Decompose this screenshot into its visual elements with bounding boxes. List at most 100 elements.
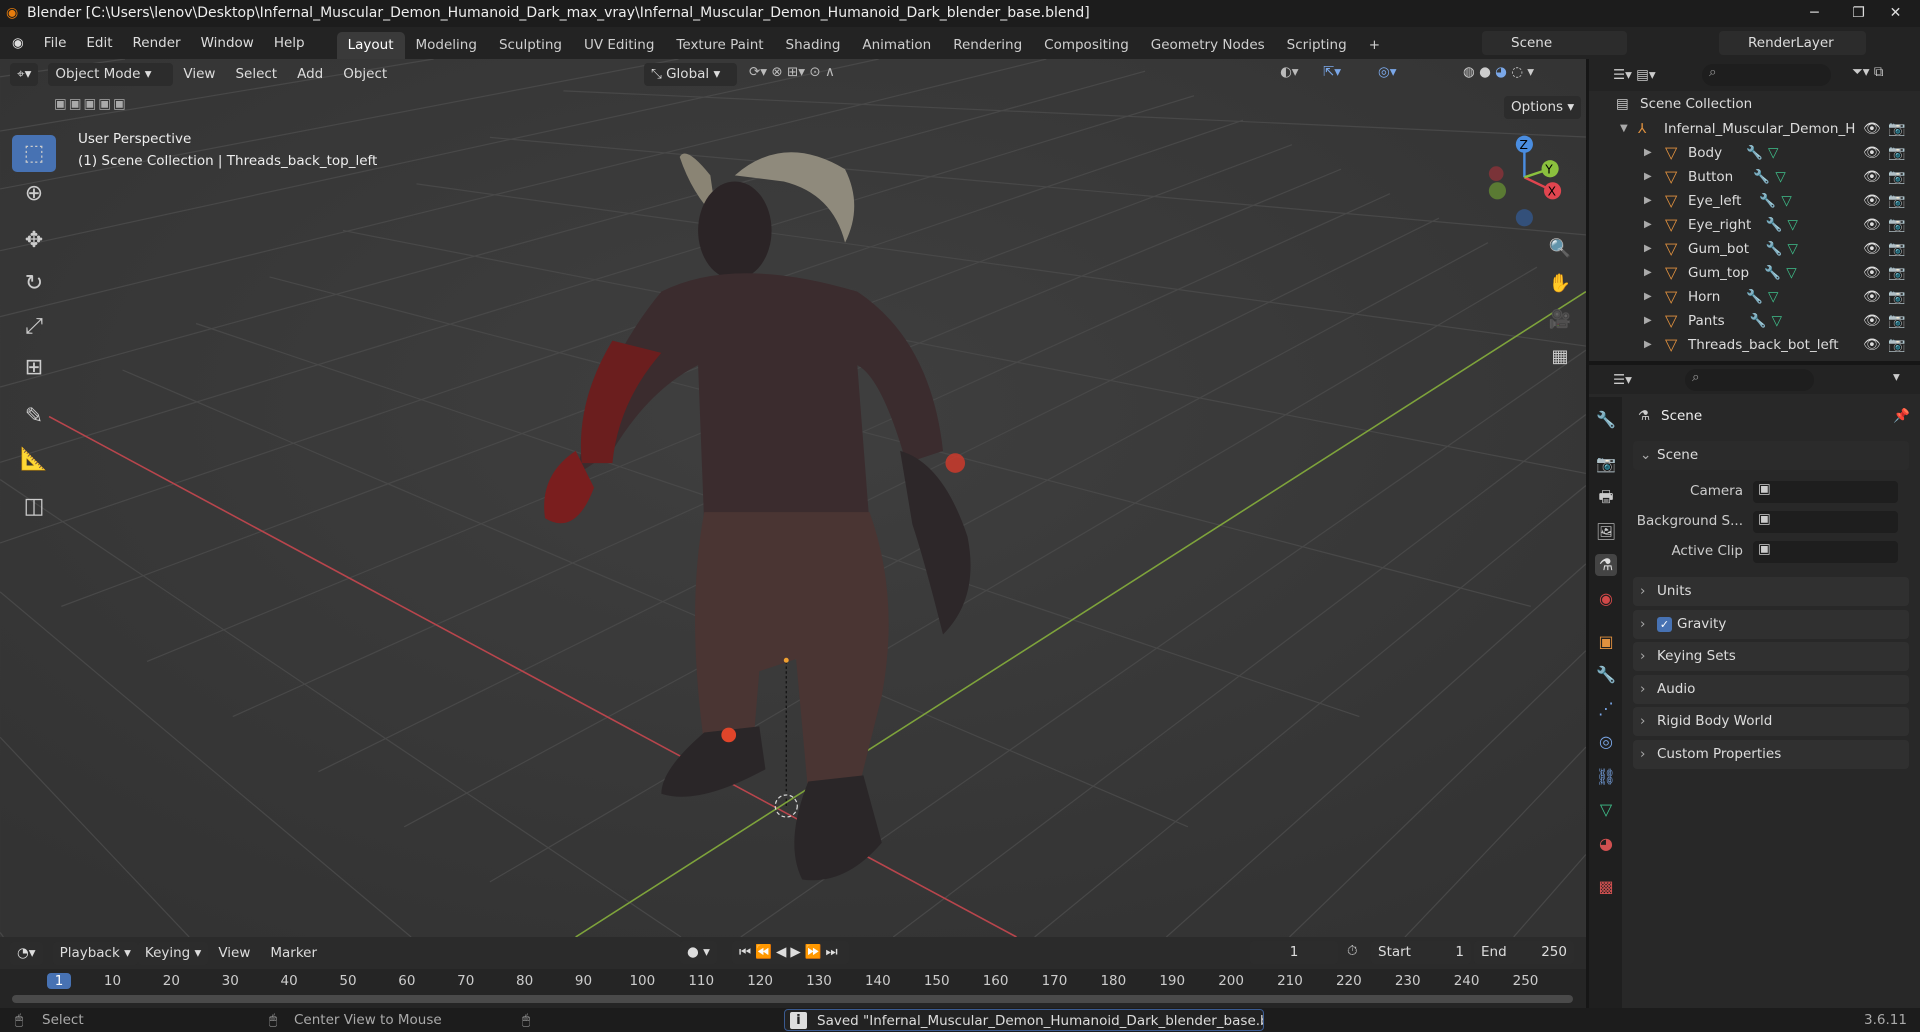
add-workspace-button[interactable]: + [1358, 32, 1391, 59]
output-tab-icon[interactable]: 🖶 [1595, 486, 1617, 508]
menu-help[interactable]: Help [264, 27, 315, 59]
outliner-object-row[interactable]: ▶ ▽ Threads_back_bot_left 👁 📷 [1589, 333, 1920, 357]
view-layer-tab-icon[interactable]: 🖼 [1595, 521, 1617, 543]
expand-icon[interactable]: ▶ [1644, 141, 1652, 165]
outliner-object-row[interactable]: ▶ ▽ Eye_left 🔧 ▽ 👁 📷 [1589, 189, 1920, 213]
tool-tab-icon[interactable]: 🔧 [1595, 409, 1617, 431]
3d-viewport[interactable]: ⌖▾ Object Mode ▾ View Select Add Object … [0, 59, 1586, 937]
tab-rendering[interactable]: Rendering [942, 32, 1033, 59]
tab-geometry-nodes[interactable]: Geometry Nodes [1140, 32, 1276, 59]
mesh-data-icon[interactable]: ▽ [1786, 261, 1796, 285]
mesh-data-icon[interactable]: ▽ [1788, 237, 1798, 261]
add-cube-tool[interactable]: ◫ [12, 488, 56, 525]
outliner-search-input[interactable]: ⌕ [1702, 64, 1831, 86]
select-mode-icons[interactable]: ▣▣▣▣▣ [54, 96, 128, 112]
render-camera-icon[interactable]: 📷 [1888, 333, 1905, 357]
modifier-icon[interactable]: 🔧 [1753, 165, 1770, 189]
properties-options-icon[interactable]: ▾ [1893, 369, 1900, 385]
tab-modeling[interactable]: Modeling [405, 32, 488, 59]
panel-header[interactable]: › Audio [1633, 674, 1909, 704]
prop-field[interactable]: ▣ [1753, 541, 1898, 563]
orientation-selector[interactable]: ⤡ Global ▾ [644, 63, 737, 86]
panel-header[interactable]: › Keying Sets [1633, 642, 1909, 671]
pivot-icon[interactable]: ⟳▾ ⊗ ⊞▾ ⊙ ∧ [749, 64, 835, 80]
properties-editor-icon[interactable]: ☰▾ [1613, 372, 1632, 388]
mesh-data-icon[interactable]: ▽ [1781, 189, 1791, 213]
render-camera-icon[interactable]: 📷 [1888, 309, 1905, 333]
expand-icon[interactable]: ▶ [1644, 213, 1652, 237]
pan-view-icon[interactable]: ✋ [1544, 268, 1576, 300]
pin-icon[interactable]: 📌 [1893, 408, 1910, 424]
overlay-toggle-icon[interactable]: ◎▾ [1378, 64, 1397, 80]
modifier-icon[interactable]: 🔧 [1750, 309, 1767, 333]
editor-type-button[interactable]: ⌖▾ [10, 63, 39, 86]
scale-tool[interactable]: ⤢ [12, 308, 56, 345]
menu-select[interactable]: Select [225, 59, 287, 90]
modifier-icon[interactable]: 🔧 [1759, 189, 1776, 213]
menu-file[interactable]: File [34, 27, 77, 59]
menu-add[interactable]: Add [287, 59, 333, 90]
move-tool[interactable]: ✥ [12, 222, 56, 259]
render-camera-icon[interactable]: 📷 [1888, 285, 1905, 309]
outliner-collection-row[interactable]: ▼ ⅄ Infernal_Muscular_Demon_H 👁 📷 [1589, 117, 1920, 141]
panel-header[interactable]: › Rigid Body World [1633, 707, 1909, 736]
menu-object[interactable]: Object [333, 59, 397, 90]
options-button[interactable]: Options ▾ [1504, 96, 1582, 119]
render-camera-icon[interactable]: 📷 [1888, 261, 1905, 285]
panel-header[interactable]: › Custom Properties [1633, 739, 1909, 769]
mesh-data-icon[interactable]: ▽ [1788, 213, 1798, 237]
outliner-editor-icon[interactable]: ☰▾ ▤▾ [1613, 67, 1656, 83]
scene-tab-icon[interactable]: ⚗ [1595, 554, 1617, 576]
expand-icon[interactable]: ▶ [1644, 165, 1652, 189]
tab-uv-editing[interactable]: UV Editing [573, 32, 665, 59]
render-camera-icon[interactable]: 📷 [1888, 189, 1905, 213]
menu-render[interactable]: Render [123, 27, 191, 59]
render-camera-icon[interactable]: 📷 [1888, 117, 1905, 141]
eye-icon[interactable]: 👁 [1863, 117, 1881, 141]
physics-tab-icon[interactable]: ◎ [1595, 731, 1617, 753]
mesh-data-icon[interactable]: ▽ [1768, 285, 1778, 309]
modifier-icon[interactable]: 🔧 [1766, 213, 1783, 237]
menu-window[interactable]: Window [191, 27, 264, 59]
visibility-icon[interactable]: ◐▾ [1280, 64, 1299, 80]
measure-tool[interactable]: 📐 [12, 441, 56, 478]
ortho-toggle-icon[interactable]: ▦ [1544, 341, 1576, 373]
outliner-object-row[interactable]: ▶ ▽ Gum_bot 🔧 ▽ 👁 📷 [1589, 237, 1920, 261]
rotate-tool[interactable]: ↻ [12, 265, 56, 302]
mesh-data-icon[interactable]: ▽ [1768, 141, 1778, 165]
outliner-object-row[interactable]: ▶ ▽ Button 🔧 ▽ 👁 📷 [1589, 165, 1920, 189]
modifier-icon[interactable]: 🔧 [1764, 261, 1781, 285]
outliner-object-row[interactable]: ▶ ▽ Gum_top 🔧 ▽ 👁 📷 [1589, 261, 1920, 285]
eye-icon[interactable]: 👁 [1863, 213, 1881, 237]
render-camera-icon[interactable]: 📷 [1888, 213, 1905, 237]
render-camera-icon[interactable]: 📷 [1888, 141, 1905, 165]
gizmo-toggle-icon[interactable]: ⇱▾ [1323, 64, 1341, 80]
menu-view[interactable]: View [173, 59, 225, 90]
material-tab-icon[interactable]: ◕ [1595, 833, 1617, 855]
data-tab-icon[interactable]: ▽ [1595, 799, 1617, 821]
modifier-icon[interactable]: 🔧 [1746, 285, 1763, 309]
render-camera-icon[interactable]: 📷 [1888, 165, 1905, 189]
expand-icon[interactable]: ▼ [1620, 117, 1628, 141]
outliner-object-row[interactable]: ▶ ▽ Horn 🔧 ▽ 👁 📷 [1589, 285, 1920, 309]
select-box-tool[interactable]: ⬚ [12, 135, 56, 172]
mesh-data-icon[interactable]: ▽ [1775, 165, 1785, 189]
expand-icon[interactable]: ▶ [1644, 189, 1652, 213]
zoom-view-icon[interactable]: 🔍 [1544, 233, 1576, 265]
constraints-tab-icon[interactable]: ⛓ [1595, 766, 1617, 788]
modifier-tab-icon[interactable]: 🔧 [1595, 664, 1617, 686]
blender-menu-icon[interactable]: ◉ [0, 35, 34, 51]
expand-icon[interactable]: ▶ [1644, 237, 1652, 261]
expand-icon[interactable]: ▶ [1644, 309, 1652, 333]
expand-icon[interactable]: ▶ [1644, 285, 1652, 309]
tab-texture-paint[interactable]: Texture Paint [665, 32, 774, 59]
playhead[interactable]: 1 [47, 973, 71, 989]
close-button[interactable]: ✕ [1871, 0, 1920, 27]
tab-sculpting[interactable]: Sculpting [488, 32, 573, 59]
view-layer-selector[interactable]: RenderLayer [1719, 31, 1866, 55]
expand-icon[interactable]: ▶ [1644, 333, 1652, 357]
tab-scripting[interactable]: Scripting [1276, 32, 1358, 59]
scene-panel-header[interactable]: ⌄ Scene [1633, 441, 1909, 470]
eye-icon[interactable]: 👁 [1863, 309, 1881, 333]
shading-modes-icon[interactable]: ◍ ● ◕ ◌ ▾ [1463, 64, 1534, 80]
